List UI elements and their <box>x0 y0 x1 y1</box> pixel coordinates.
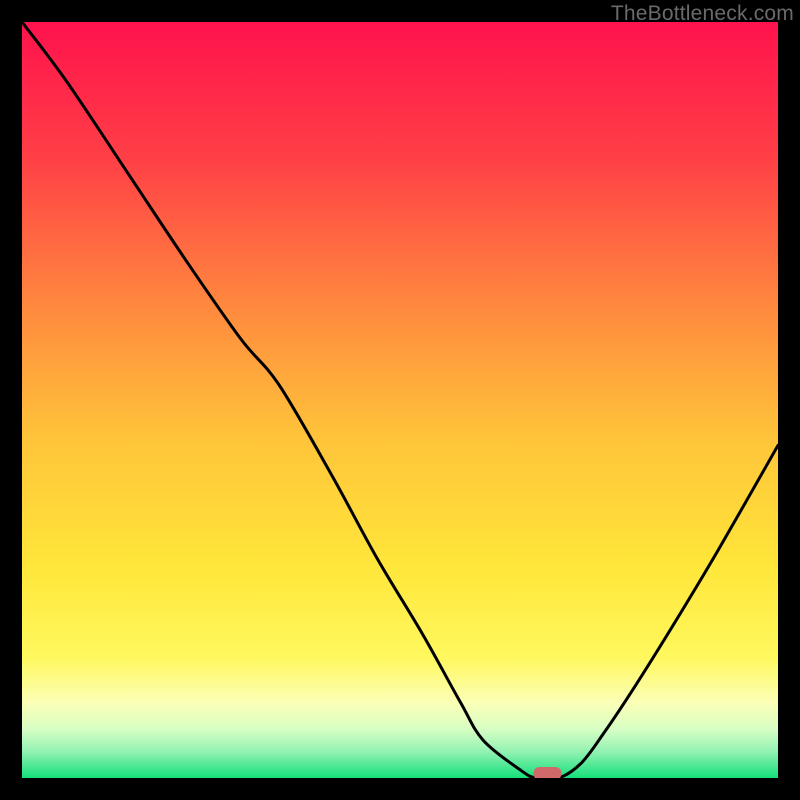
chart-frame: TheBottleneck.com <box>0 0 800 800</box>
gradient-background <box>22 22 778 778</box>
bottleneck-chart <box>22 22 778 778</box>
optimal-marker <box>533 767 561 778</box>
watermark-text: TheBottleneck.com <box>611 2 794 26</box>
plot-area <box>22 22 778 778</box>
